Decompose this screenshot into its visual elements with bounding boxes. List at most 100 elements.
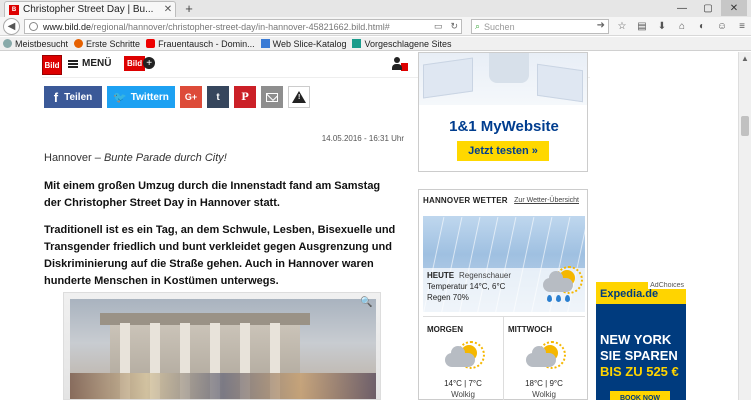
- forecast-day: MORGEN 14°C | 7°C Wolkig: [423, 317, 503, 400]
- article-date: 14.05.2016 - 16:31 Uhr: [321, 134, 404, 143]
- article-lead: Mit einem großen Umzug durch die Innenst…: [44, 180, 381, 209]
- pocket-icon[interactable]: ◐: [695, 19, 709, 33]
- back-button[interactable]: ◀: [3, 18, 20, 35]
- browser-tab[interactable]: B Christopher Street Day | Bu... ✕: [4, 1, 176, 17]
- ad-visual: [419, 53, 587, 105]
- ad-expedia[interactable]: Expedia.de AdChoices NEW YORK SIE SPAREN…: [596, 282, 686, 400]
- weather-widget: HANNOVER WETTER Zur Wetter-Übersicht HEU…: [418, 189, 588, 400]
- forecast-temp: 14°C | 7°C: [444, 379, 482, 388]
- ad-cta-button[interactable]: Jetzt testen »: [457, 141, 549, 161]
- bookmarks-bar: Meistbesucht Erste Schritte Frauentausch…: [0, 37, 751, 51]
- plus-icon: +: [143, 57, 156, 69]
- adchoices-label[interactable]: AdChoices: [648, 282, 686, 289]
- weather-today-panel: HEUTE Regenschauer Temperatur 14°C, 6°C …: [423, 216, 585, 312]
- bing-icon: [352, 39, 362, 48]
- forecast-day-name: MORGEN: [427, 325, 463, 334]
- today-label: HEUTE: [427, 271, 455, 280]
- today-condition: Regenschauer: [459, 271, 512, 280]
- expedia-logo: Expedia.de: [600, 288, 659, 300]
- ad-headline-3: BIS ZU 525 €: [600, 364, 679, 379]
- hamburger-icon: [68, 59, 78, 68]
- ad-headline-1: NEW YORK: [600, 332, 672, 347]
- facebook-label: Teilen: [64, 91, 93, 103]
- url-path: /regional/hannover/christopher-street-da…: [91, 21, 390, 32]
- article-subtitle: Bunte Parade durch City!: [103, 152, 227, 164]
- toolbar-icons: ☆ ▤ ⬇ ⌂ ◐ ☺ ≡: [615, 19, 749, 33]
- chat-icon[interactable]: ☺: [715, 19, 729, 33]
- home-icon[interactable]: ⌂: [675, 19, 689, 33]
- article-location: Hannover –: [44, 152, 101, 164]
- reload-icon[interactable]: ↻: [450, 21, 458, 32]
- weather-title: HANNOVER WETTER: [423, 196, 508, 205]
- user-login-icon[interactable]: [392, 57, 408, 71]
- ad-headline-2: SIE SPAREN: [600, 348, 678, 363]
- tumblr-share-button[interactable]: t: [207, 86, 229, 108]
- search-engine-icon[interactable]: ⌕: [475, 21, 480, 32]
- bookmark-item[interactable]: Erste Schritte: [74, 39, 140, 49]
- forecast-condition: Wolkig: [532, 390, 556, 399]
- article-kicker: Hannover – Bunte Parade durch City!: [44, 152, 227, 164]
- ad-1und1[interactable]: 1&1 MyWebsite Jetzt testen »: [418, 52, 588, 172]
- bookmark-label: Erste Schritte: [86, 38, 141, 49]
- bookmark-item[interactable]: Meistbesucht: [3, 39, 68, 49]
- pinterest-share-button[interactable]: P: [234, 86, 256, 108]
- bookmark-label: Vorgeschlagene Sites: [364, 38, 452, 49]
- bildplus-wordmark: Bild: [124, 55, 146, 71]
- search-go-icon[interactable]: ➜: [597, 20, 605, 31]
- bildplus-logo[interactable]: Bild +: [124, 55, 156, 71]
- scroll-thumb[interactable]: [741, 116, 749, 136]
- report-button[interactable]: !: [288, 86, 310, 108]
- window-close-icon[interactable]: ✕: [721, 0, 747, 16]
- web-page: Bild MENÜ Bild + 💬 🔍 f Teilen 🐦 Twittern…: [0, 52, 738, 400]
- url-actions: ▭ ↻: [434, 21, 458, 32]
- bookmark-item[interactable]: Web Slice-Katalog: [260, 38, 347, 49]
- browser-titlebar: B Christopher Street Day | Bu... ✕ + — ▢…: [0, 0, 751, 17]
- minimize-icon[interactable]: —: [669, 0, 695, 16]
- mail-icon: [266, 92, 278, 102]
- googleplus-share-button[interactable]: G+: [180, 86, 202, 108]
- weather-overview-link[interactable]: Zur Wetter-Übersicht: [514, 197, 579, 204]
- bookmark-item[interactable]: Frauentausch - Domin...: [146, 39, 255, 49]
- download-icon[interactable]: ⬇: [655, 19, 669, 33]
- share-bar: f Teilen 🐦 Twittern G+ t P !: [44, 86, 310, 108]
- tab-title: Christopher Street Day | Bu...: [23, 4, 154, 15]
- zoom-icon[interactable]: 🔍: [360, 297, 374, 311]
- ad-brand: 1&1 MyWebsite: [449, 118, 559, 135]
- url-bar[interactable]: www.bild.de/regional/hannover/christophe…: [24, 19, 462, 34]
- twitter-icon: 🐦: [113, 91, 127, 104]
- page-scrollbar[interactable]: ▲: [738, 52, 751, 400]
- star-icon[interactable]: ☆: [615, 19, 629, 33]
- bookmark-item[interactable]: Vorgeschlagene Sites: [352, 38, 452, 49]
- webslice-icon: [260, 39, 270, 48]
- rain-shower-icon: [543, 266, 583, 302]
- gear-icon: [3, 39, 12, 48]
- browser-navbar: ◀ www.bild.de/regional/hannover/christop…: [0, 17, 751, 36]
- forecast-day: MITTWOCH 18°C | 9°C Wolkig: [503, 317, 583, 400]
- bookmark-label: Web Slice-Katalog: [272, 38, 347, 49]
- search-placeholder: Suchen: [484, 21, 515, 32]
- menu-button[interactable]: MENÜ: [68, 58, 111, 69]
- reader-view-icon[interactable]: ▭: [434, 21, 443, 32]
- photo-crowd: [70, 373, 376, 399]
- firefox-icon: [74, 39, 84, 48]
- window-controls: — ▢ ✕: [669, 0, 747, 16]
- article-paragraph: Traditionell ist es ein Tag, an dem Schw…: [44, 224, 396, 287]
- maximize-icon[interactable]: ▢: [695, 0, 721, 16]
- bookmark-label: Frauentausch - Domin...: [158, 38, 255, 49]
- email-share-button[interactable]: [261, 86, 283, 108]
- twitter-share-button[interactable]: 🐦 Twittern: [107, 86, 175, 108]
- partly-cloudy-icon: [526, 341, 566, 369]
- hamburger-menu-icon[interactable]: ≡: [735, 19, 749, 33]
- scroll-up-icon[interactable]: ▲: [741, 54, 749, 63]
- bild-favicon-icon: B: [9, 4, 19, 15]
- library-icon[interactable]: ▤: [635, 19, 649, 33]
- ad-book-button[interactable]: BOOK NOW: [610, 391, 670, 400]
- warning-icon: !: [292, 91, 306, 103]
- search-bar[interactable]: ⌕ Suchen ➜: [471, 19, 609, 34]
- facebook-share-button[interactable]: f Teilen: [44, 86, 102, 108]
- bild-logo[interactable]: Bild: [42, 55, 62, 75]
- partly-cloudy-icon: [445, 341, 485, 369]
- new-tab-button[interactable]: +: [181, 2, 197, 16]
- close-tab-icon[interactable]: ✕: [161, 4, 175, 15]
- article-photo[interactable]: 🔍: [63, 292, 381, 400]
